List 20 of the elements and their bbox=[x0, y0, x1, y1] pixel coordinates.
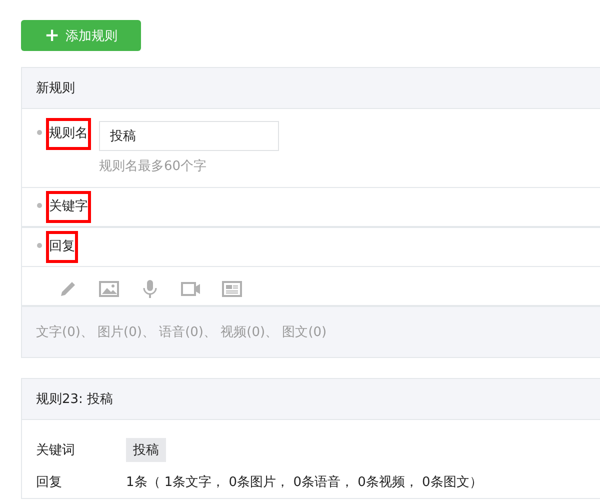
field-hint: 规则名最多60个字 bbox=[99, 158, 208, 175]
reply-summary: 1条（ 1条文字， 0条图片， 0条语音， 0条视频， 0条图文） bbox=[126, 474, 482, 491]
pencil-icon[interactable] bbox=[58, 279, 78, 299]
rule-name-field[interactable]: 投稿 bbox=[99, 121, 279, 151]
bullet-icon bbox=[37, 203, 42, 208]
field-label: 关键字 bbox=[46, 191, 91, 223]
video-camera-icon[interactable] bbox=[181, 279, 201, 299]
bullet-icon bbox=[37, 130, 42, 135]
keyword-tag: 投稿 bbox=[126, 438, 166, 462]
bullet-icon bbox=[37, 243, 42, 248]
image-icon[interactable] bbox=[99, 279, 119, 299]
reply-counts: 文字(0)、 图片(0)、 语音(0)、 视频(0)、 图文(0) bbox=[36, 324, 327, 341]
plus-icon: + bbox=[44, 26, 60, 44]
panel-title: 新规则 bbox=[36, 80, 75, 97]
field-label: 规则名 bbox=[46, 118, 91, 150]
field-label: 回复 bbox=[46, 231, 78, 263]
article-icon[interactable] bbox=[222, 279, 242, 299]
panel-title: 规则23: 投稿 bbox=[36, 391, 114, 408]
row-label: 回复 bbox=[36, 474, 63, 491]
row-label: 关键词 bbox=[36, 442, 76, 459]
